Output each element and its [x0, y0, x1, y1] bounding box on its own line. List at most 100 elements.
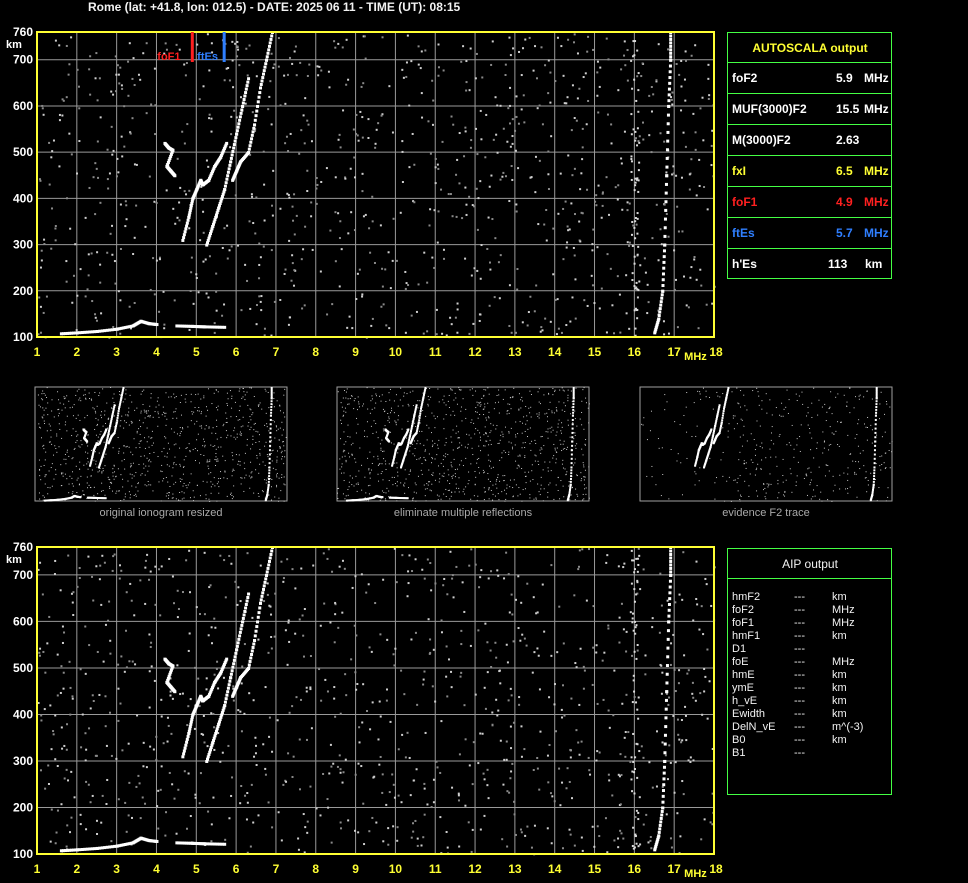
noise-dot: [341, 559, 344, 562]
noise-dot: [334, 601, 337, 604]
noise-dot: [464, 186, 467, 189]
thumbnail-noise: [251, 476, 253, 478]
y-tick-label: 100: [13, 847, 33, 861]
noise-dot: [530, 846, 533, 849]
noise-dot: [252, 61, 255, 64]
noise-dot: [345, 83, 348, 86]
thumbnail-noise: [161, 414, 163, 416]
thumbnail-noise: [414, 422, 416, 424]
thumbnail-noise: [529, 497, 531, 499]
thumbnail-noise: [535, 497, 537, 499]
interference-dot: [631, 617, 634, 620]
thumbnail-noise: [524, 447, 526, 449]
thumbnail-noise: [243, 462, 245, 464]
thumbnail-noise: [112, 472, 114, 474]
noise-dot: [164, 834, 167, 837]
noise-dot: [694, 148, 697, 151]
thumbnail-noise: [437, 444, 439, 446]
trace-point: [229, 672, 233, 676]
thumbnail-noise: [452, 410, 454, 412]
noise-dot: [612, 714, 615, 717]
thumbnail-noise: [255, 469, 257, 471]
thumbnail-noise: [110, 481, 112, 483]
thumbnail-noise: [557, 423, 559, 425]
thumbnail-trace: [104, 445, 107, 448]
noise-dot: [520, 601, 523, 604]
noise-dot: [320, 180, 323, 183]
noise-dot: [336, 765, 339, 768]
thumbnail-noise: [495, 428, 497, 430]
noise-dot: [236, 45, 239, 48]
noise-dot: [288, 640, 291, 643]
thumbnail-noise: [220, 471, 222, 473]
noise-dot: [234, 42, 237, 45]
thumbnail-noise: [183, 492, 185, 494]
noise-dot: [306, 119, 309, 122]
noise-dot: [95, 52, 98, 55]
noise-dot: [363, 843, 366, 846]
noise-dot: [517, 575, 520, 578]
thumbnail-eliminate: [336, 386, 590, 502]
noise-dot: [571, 84, 574, 87]
noise-dot: [681, 598, 684, 601]
thumbnail-noise: [179, 500, 181, 502]
interference-dot: [633, 571, 636, 574]
noise-dot: [488, 185, 491, 188]
thumbnail-noise: [281, 434, 283, 436]
thumbnail-noise: [178, 499, 180, 501]
noise-dot: [163, 327, 166, 330]
noise-dot: [361, 190, 364, 193]
thumbnail-noise: [271, 478, 273, 480]
noise-dot: [58, 44, 61, 47]
noise-dot: [215, 309, 218, 312]
thumbnail-noise: [87, 487, 89, 489]
noise-dot: [702, 139, 705, 142]
thumbnail-noise: [519, 493, 521, 495]
noise-dot: [367, 583, 370, 586]
thumbnail-noise: [119, 425, 121, 427]
noise-dot: [434, 700, 437, 703]
noise-dot: [119, 702, 122, 705]
interference-dot: [634, 139, 637, 142]
interference-dot: [636, 557, 639, 560]
thumbnail-noise: [146, 427, 148, 429]
noise-dot: [497, 261, 500, 264]
noise-dot: [341, 46, 344, 49]
thumbnail-noise: [128, 446, 130, 448]
thumbnail-noise: [174, 411, 176, 413]
noise-dot: [47, 782, 50, 785]
thumbnail-noise: [214, 485, 216, 487]
thumbnail-noise: [161, 464, 163, 466]
thumbnail-noise: [351, 395, 353, 397]
noise-dot: [386, 638, 389, 641]
thumbnail-noise: [390, 431, 392, 433]
noise-dot: [457, 792, 460, 795]
noise-dot: [173, 299, 176, 302]
thumbnail-noise: [179, 435, 181, 437]
interference-dot: [632, 760, 635, 763]
noise-dot: [244, 794, 247, 797]
thumbnail-noise: [488, 417, 490, 419]
noise-dot: [285, 135, 288, 138]
thumbnail-noise: [162, 480, 164, 482]
thumbnail-noise: [259, 402, 261, 404]
trace-point: [245, 84, 249, 88]
thumbnail-noise: [448, 394, 450, 396]
noise-dot: [213, 726, 216, 729]
thumbnail-noise: [257, 492, 259, 494]
thumbnail-noise: [208, 498, 210, 500]
noise-dot: [87, 274, 90, 277]
thumbnail-noise: [582, 462, 584, 464]
noise-dot: [648, 94, 651, 97]
thumbnail-noise: [564, 410, 566, 412]
thumbnail-noise: [507, 403, 509, 405]
noise-dot: [300, 698, 303, 701]
noise-dot: [171, 575, 174, 578]
interference-dot: [637, 696, 640, 699]
thumbnail-noise: [349, 436, 351, 438]
thumbnail-noise: [64, 424, 66, 426]
y-tick-label: 760: [13, 25, 33, 39]
thumbnail-trace: [267, 480, 270, 483]
noise-dot: [289, 56, 292, 59]
thumbnail-noise: [226, 421, 228, 423]
